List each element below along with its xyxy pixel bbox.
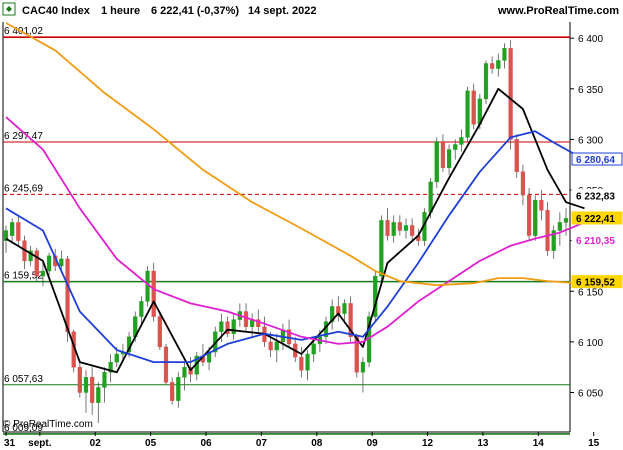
instrument-name: CAC40 Index — [22, 5, 91, 17]
candle-body — [90, 377, 95, 403]
candle-body — [299, 356, 304, 371]
candle-body — [379, 220, 384, 277]
candle-body — [385, 220, 390, 236]
cac40-hourly-chart: 6 401,026 297,476 245,696 159,526 057,63… — [2, 2, 623, 449]
candle-body — [311, 343, 316, 355]
x-tick-label: 06 — [200, 438, 212, 449]
candle-body — [157, 316, 162, 348]
candle-body — [533, 199, 538, 236]
candle-body — [440, 141, 446, 168]
candle-body — [96, 387, 101, 403]
price-tag-label: 6 210,35 — [576, 236, 615, 247]
x-tick-label: 05 — [145, 438, 157, 449]
candle-body — [176, 377, 181, 401]
y-tick-label: 6 350 — [578, 85, 603, 96]
candle-body — [77, 366, 82, 393]
candle-body — [360, 361, 366, 373]
y-axis: 6 0506 1006 1506 2006 2506 3006 3506 400… — [570, 34, 623, 400]
candle-body — [336, 306, 341, 314]
y-tick-label: 6 050 — [578, 389, 603, 400]
candle-body — [563, 218, 569, 223]
last-price: 6 222,41 (-0,37%) — [151, 5, 239, 17]
y-tick-label: 6 100 — [578, 338, 603, 349]
candle-body — [514, 139, 519, 173]
x-tick-label: 13 — [477, 438, 489, 449]
candle-body — [391, 222, 396, 236]
moving-averages — [5, 22, 585, 374]
moving-average-line — [5, 130, 585, 364]
candle-body — [305, 353, 310, 371]
y-tick-label: 6 150 — [578, 287, 603, 298]
candle-body — [65, 258, 70, 332]
candle-body — [446, 149, 452, 168]
candle-body — [274, 341, 279, 351]
candle-body — [502, 48, 507, 61]
x-tick-label: 15 — [588, 438, 600, 449]
candle-body — [83, 377, 89, 393]
candle-body — [139, 301, 144, 317]
candle-body — [268, 341, 273, 351]
copyright: © ProRealTime.com — [3, 419, 93, 430]
x-tick-label: 07 — [256, 438, 268, 449]
candle-body — [102, 372, 107, 388]
candle-body — [434, 141, 439, 183]
price-tag-label: 6 280,64 — [576, 155, 615, 166]
chart-header: CAC40 Index 1 heure 6 222,41 (-0,37%) 14… — [2, 2, 619, 17]
chart-date: 14 sept. 2022 — [248, 5, 317, 17]
candle-body — [170, 382, 175, 401]
moving-average-line — [5, 87, 585, 374]
candle-body — [397, 222, 402, 231]
y-tick-label: 6 400 — [578, 34, 603, 45]
x-tick-label: sept. — [28, 438, 52, 449]
candle-body — [163, 346, 169, 383]
candle-body — [459, 137, 464, 145]
candle-body — [34, 250, 39, 277]
timeframe: 1 heure — [101, 5, 140, 17]
candle-body — [545, 210, 550, 251]
candle-body — [342, 303, 347, 314]
candle-body — [520, 171, 526, 196]
level-label: 6 245,69 — [4, 183, 43, 194]
candle-body — [151, 270, 156, 317]
x-tick-label: 31 — [4, 438, 16, 449]
candle-body — [59, 258, 64, 267]
candle-body — [526, 194, 532, 236]
candle-body — [465, 90, 470, 138]
x-tick-label: 14 — [533, 438, 545, 449]
candle-body — [219, 321, 224, 332]
candle-body — [471, 90, 476, 125]
candle-body — [483, 63, 489, 100]
site-url: www.ProRealTime.com — [497, 5, 619, 17]
candle-body — [410, 225, 415, 236]
candle-body — [182, 366, 187, 378]
candle-body — [453, 144, 458, 150]
price-tag-label: 6 232,83 — [576, 191, 615, 202]
candle-body — [490, 63, 495, 69]
level-label: 6 057,63 — [4, 374, 43, 385]
candle-body — [231, 319, 236, 334]
candle-body — [10, 222, 15, 236]
candle-body — [40, 270, 46, 277]
candle-body — [403, 225, 409, 231]
x-tick-label: 12 — [422, 438, 434, 449]
x-tick-label: 08 — [311, 438, 323, 449]
candle-body — [557, 222, 562, 231]
y-tick-label: 6 300 — [578, 135, 603, 146]
candle-body — [428, 181, 433, 213]
x-tick-label: 09 — [367, 438, 379, 449]
candle-body — [496, 60, 501, 69]
price-tag-label: 6 222,41 — [576, 214, 615, 225]
candle-body — [46, 255, 52, 272]
candle-body — [114, 353, 119, 363]
candle-body — [16, 222, 21, 241]
price-tag-label: 6 159,52 — [576, 278, 615, 289]
level-label: 6 401,02 — [4, 26, 43, 37]
x-tick-label: 02 — [90, 438, 102, 449]
candle-body — [539, 199, 544, 211]
candle-body — [243, 311, 249, 327]
candle-body — [508, 48, 513, 140]
